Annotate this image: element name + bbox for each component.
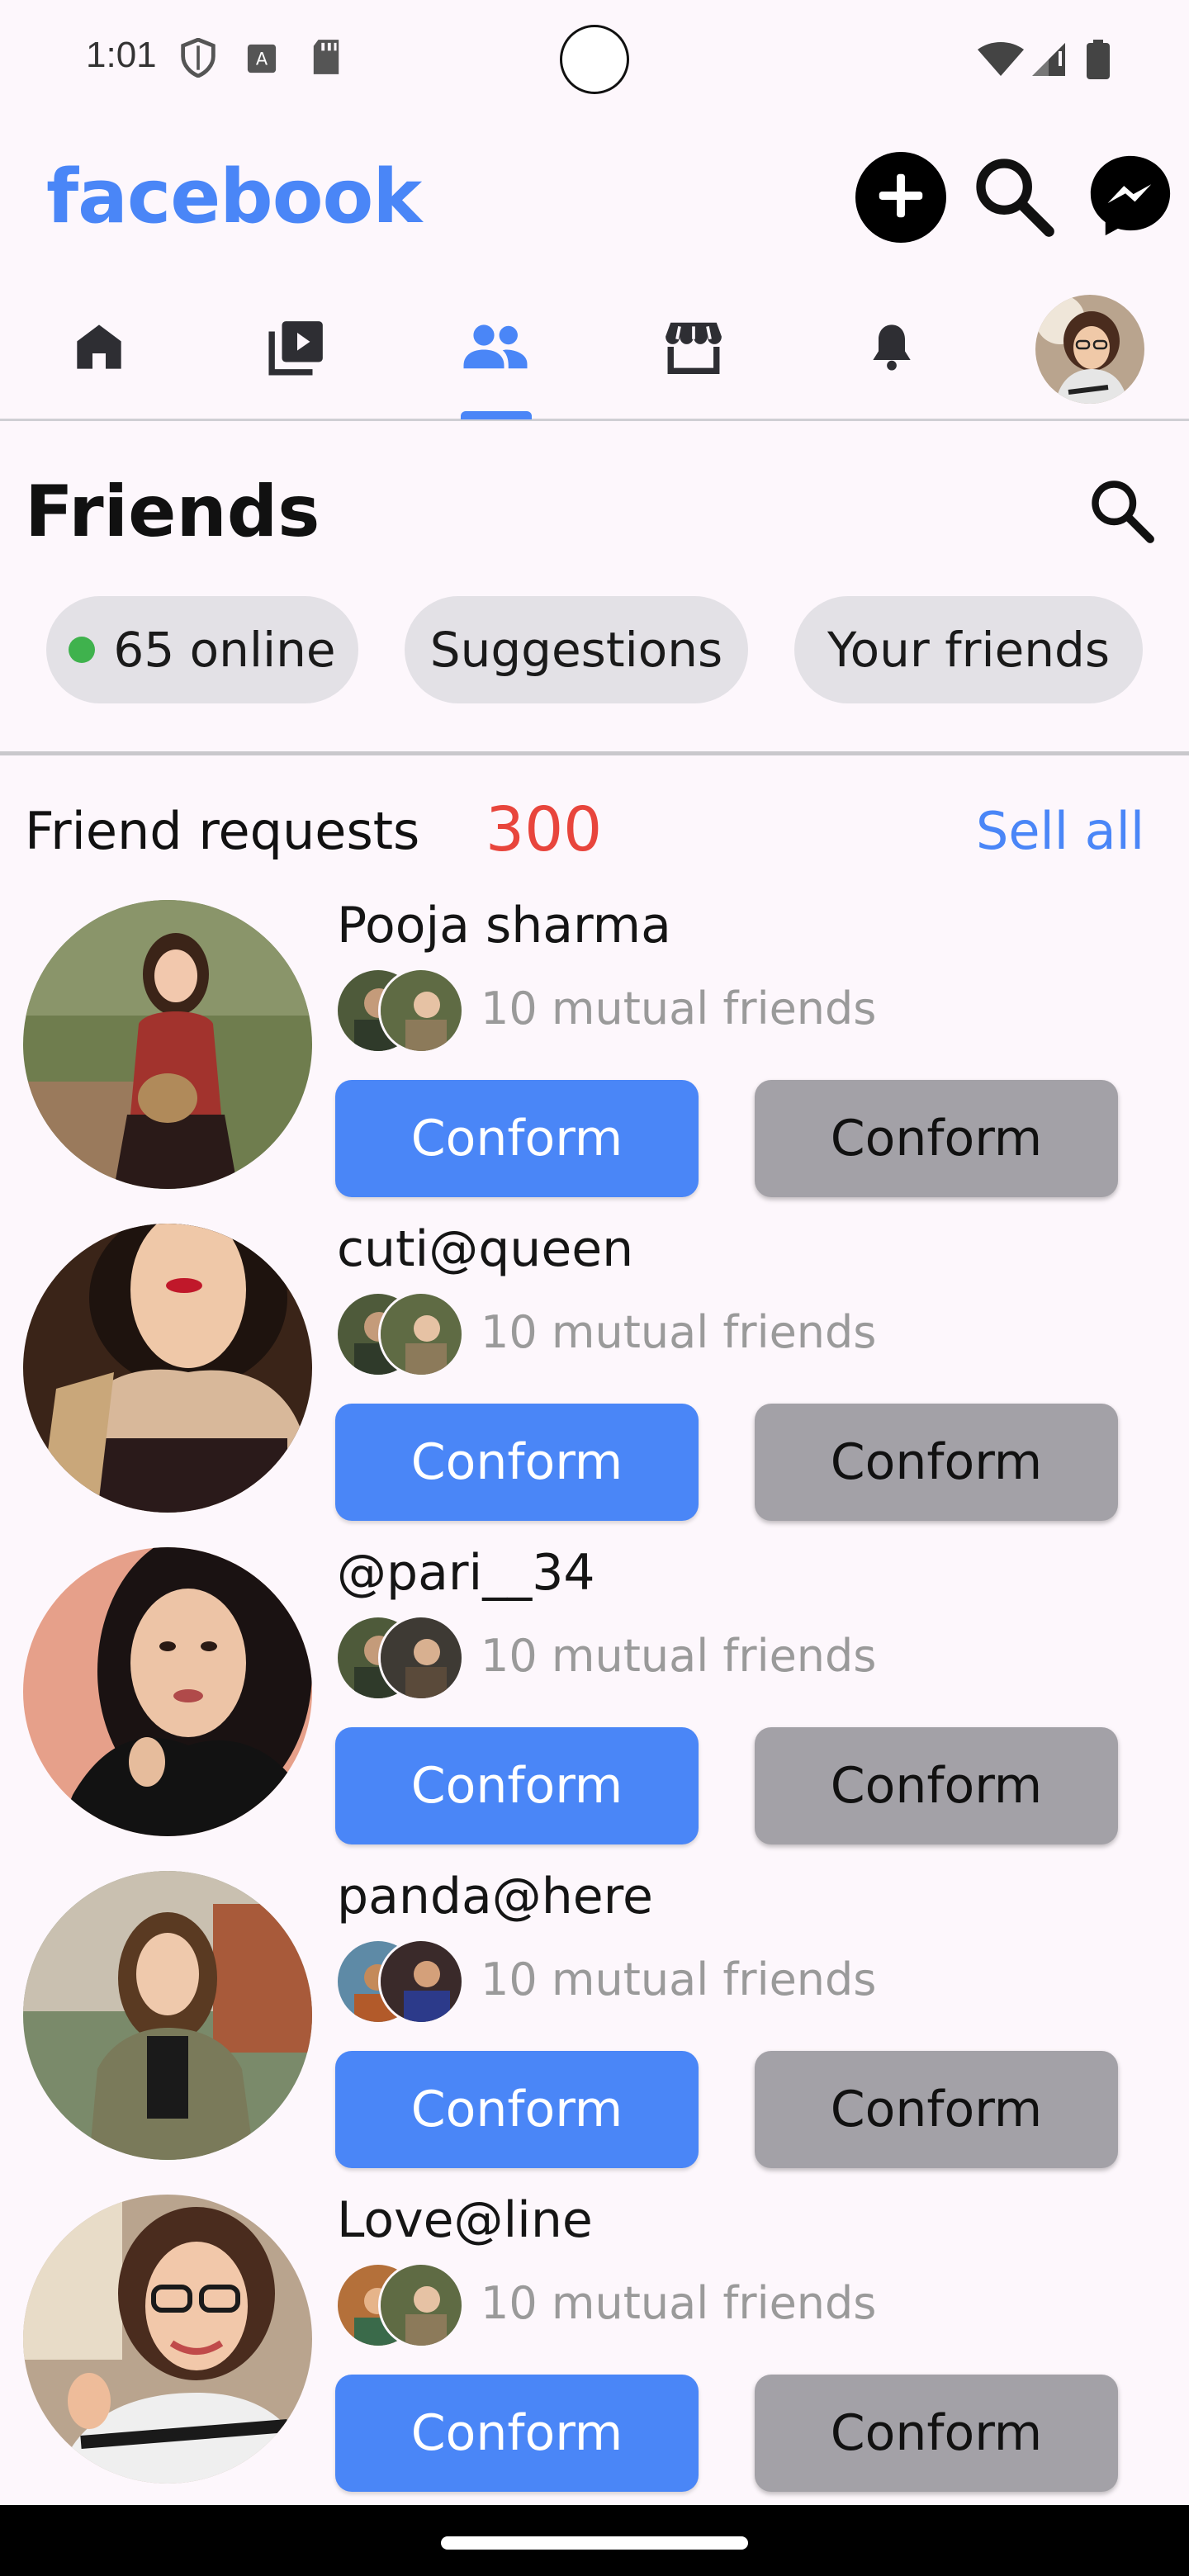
mutual-friends-text: 10 mutual friends: [481, 983, 877, 1035]
see-all-link[interactable]: Sell all: [976, 801, 1144, 861]
mutual-friends-avatars: [335, 2262, 467, 2348]
tab-marketplace[interactable]: [594, 281, 793, 417]
confirm-button[interactable]: Conform: [335, 1404, 699, 1521]
profile-avatar: [1035, 294, 1144, 404]
home-gesture-handle[interactable]: [441, 2536, 748, 2550]
request-name[interactable]: panda@here: [337, 1868, 653, 1925]
delete-button[interactable]: Conform: [755, 2375, 1118, 2492]
mutual-friends-text: 10 mutual friends: [481, 1306, 877, 1358]
mutual-friends-text: 10 mutual friends: [481, 1630, 877, 1682]
wifi-icon: [978, 41, 1024, 82]
online-chip[interactable]: 65 online: [46, 596, 358, 703]
section-divider: [0, 751, 1189, 755]
mutual-friends-avatars: [335, 1291, 467, 1377]
friend-request-row: @pari__34 10 mutual friends Conform Conf…: [0, 1544, 1189, 1871]
brand-logo[interactable]: facebook: [46, 154, 422, 240]
friends-search-icon[interactable]: [1087, 476, 1156, 549]
nav-tabs: [0, 281, 1189, 421]
avatar[interactable]: [23, 1547, 312, 1836]
online-dot-icon: [69, 637, 96, 663]
suggestions-chip-label: Suggestions: [429, 622, 723, 678]
home-icon: [73, 320, 126, 377]
delete-button[interactable]: Conform: [755, 1727, 1118, 1844]
mutual-avatar: [378, 1291, 464, 1377]
request-name[interactable]: Love@line: [337, 2191, 593, 2249]
mutual-friends-avatars: [335, 1939, 467, 2024]
top-app-bar: facebook: [0, 140, 1189, 272]
mutual-friends-avatars: [335, 968, 467, 1054]
mutual-friends-avatars: [335, 1615, 467, 1701]
avatar[interactable]: [23, 900, 312, 1189]
camera-cutout: [560, 25, 629, 94]
friend-request-row: panda@here 10 mutual friends Conform Con…: [0, 1868, 1189, 2195]
online-chip-label: 65 online: [113, 622, 336, 678]
friends-icon: [461, 312, 530, 386]
request-name[interactable]: cuti@queen: [337, 1220, 633, 1278]
create-button[interactable]: [855, 152, 946, 243]
mutual-avatar: [378, 2262, 464, 2348]
status-time: 1:01: [86, 35, 157, 75]
suggestions-chip[interactable]: Suggestions: [405, 596, 748, 703]
battery-icon: [1087, 40, 1110, 83]
video-icon: [267, 316, 328, 381]
search-button[interactable]: [968, 152, 1059, 243]
confirm-button[interactable]: Conform: [335, 1727, 699, 1844]
delete-button[interactable]: Conform: [755, 1404, 1118, 1521]
tab-home[interactable]: [0, 281, 198, 417]
tab-notifications[interactable]: [793, 281, 991, 417]
messenger-icon: [1085, 150, 1176, 245]
signal-icon: [1030, 41, 1067, 82]
sd-card-icon: [310, 38, 342, 80]
keyboard-a-icon: A: [246, 43, 277, 78]
friend-request-row: Love@line 10 mutual friends Conform Conf…: [0, 2191, 1189, 2518]
request-name[interactable]: Pooja sharma: [337, 897, 671, 954]
status-bar: 1:01 A: [0, 0, 1189, 124]
shield-icon: [180, 37, 216, 82]
request-name[interactable]: @pari__34: [337, 1544, 595, 1602]
svg-text:A: A: [256, 50, 268, 69]
friend-request-row: cuti@queen 10 mutual friends Conform Con…: [0, 1220, 1189, 1547]
notifications-icon: [865, 320, 918, 377]
tab-friends[interactable]: [396, 281, 594, 417]
active-tab-indicator: [461, 411, 532, 419]
avatar[interactable]: [23, 2195, 312, 2484]
confirm-button[interactable]: Conform: [335, 2375, 699, 2492]
delete-button[interactable]: Conform: [755, 1080, 1118, 1197]
avatar[interactable]: [23, 1871, 312, 2160]
confirm-button[interactable]: Conform: [335, 2051, 699, 2168]
confirm-button[interactable]: Conform: [335, 1080, 699, 1197]
friend-requests-count: 300: [486, 794, 603, 865]
tab-profile[interactable]: [991, 281, 1189, 417]
add-icon: [872, 167, 930, 229]
friend-request-row: Pooja sharma 10 mutual friends Conform C…: [0, 897, 1189, 1224]
mutual-friends-text: 10 mutual friends: [481, 2277, 877, 2329]
friend-requests-label: Friend requests: [25, 801, 420, 861]
avatar[interactable]: [23, 1224, 312, 1513]
delete-button[interactable]: Conform: [755, 2051, 1118, 2168]
mutual-avatar: [378, 1615, 464, 1701]
tab-video[interactable]: [198, 281, 396, 417]
your-friends-chip-label: Your friends: [827, 622, 1111, 678]
marketplace-icon: [663, 316, 724, 381]
your-friends-chip[interactable]: Your friends: [794, 596, 1143, 703]
mutual-friends-text: 10 mutual friends: [481, 1953, 877, 2005]
search-icon: [970, 153, 1056, 243]
page-title: Friends: [25, 471, 320, 553]
messenger-button[interactable]: [1085, 152, 1176, 243]
mutual-avatar: [378, 1939, 464, 2024]
mutual-avatar: [378, 968, 464, 1054]
